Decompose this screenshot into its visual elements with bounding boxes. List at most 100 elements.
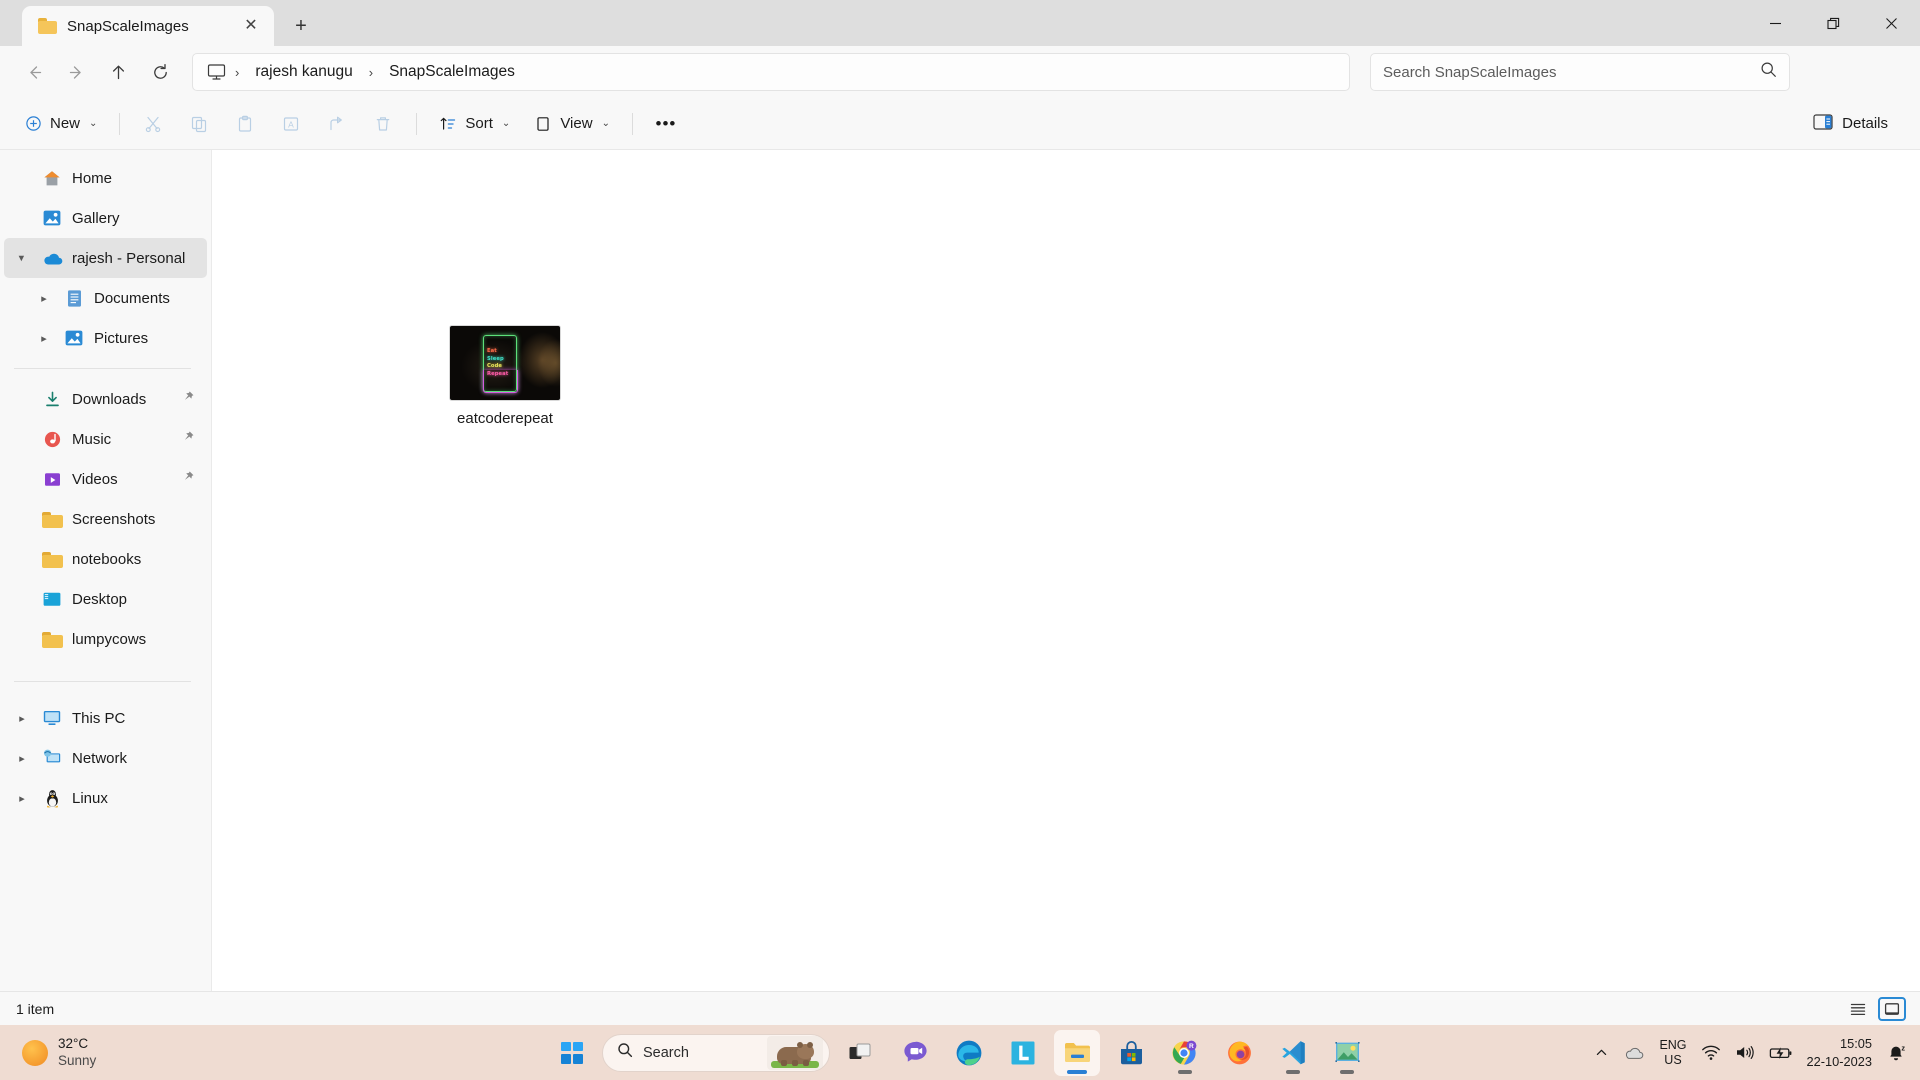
chevron-right-icon[interactable]: ▸ xyxy=(34,332,54,345)
microsoft-edge-button[interactable] xyxy=(946,1030,992,1076)
item-count-label: 1 item xyxy=(16,1001,54,1017)
refresh-icon[interactable] xyxy=(140,53,180,91)
file-thumbnail: Eat Sleep Code Repeat xyxy=(450,326,560,400)
file-explorer-window: SnapScaleImages ✕ + xyxy=(0,0,1920,1025)
file-name-label: eatcoderepeat xyxy=(457,410,553,427)
sidebar-item-documents[interactable]: ▸ Documents xyxy=(4,278,207,318)
wombat-image xyxy=(767,1036,823,1070)
sidebar-item-lumpycows[interactable]: ▸ lumpycows xyxy=(4,619,207,659)
notification-bell-dnd-icon[interactable]: z xyxy=(1886,1043,1906,1062)
breadcrumb-separator: › xyxy=(231,65,243,80)
sidebar-item-label: Network xyxy=(72,750,197,767)
vs-code-button[interactable] xyxy=(1270,1030,1316,1076)
sidebar-item-screenshots[interactable]: ▸ Screenshots xyxy=(4,499,207,539)
minimize-icon[interactable] xyxy=(1746,0,1804,46)
wifi-icon[interactable] xyxy=(1701,1044,1721,1061)
large-icons-view-icon[interactable] xyxy=(1878,997,1906,1021)
breadcrumb-item-user[interactable]: rajesh kanugu xyxy=(247,59,360,85)
folder-icon xyxy=(41,509,63,529)
gallery-icon xyxy=(41,208,63,228)
videos-icon xyxy=(41,469,63,489)
chevron-down-icon: ⌄ xyxy=(502,118,510,129)
taskbar-search-input[interactable]: Search xyxy=(643,1045,757,1061)
file-item[interactable]: Eat Sleep Code Repeat eatcoderepeat xyxy=(446,326,564,427)
sun-icon xyxy=(22,1040,48,1066)
command-bar: New ⌄ A Sort ⌄ View ⌄ xyxy=(0,98,1920,150)
explorer-tab[interactable]: SnapScaleImages ✕ xyxy=(22,6,274,46)
sidebar-item-label: lumpycows xyxy=(72,631,197,648)
sidebar-item-pictures[interactable]: ▸ Pictures xyxy=(4,318,207,358)
up-arrow-icon[interactable] xyxy=(98,53,138,91)
chevron-right-icon[interactable]: ▸ xyxy=(12,752,32,765)
taskbar-center-group: Search xyxy=(550,1030,1370,1076)
file-list-pane[interactable]: Eat Sleep Code Repeat eatcoderepeat xyxy=(212,150,1920,991)
microsoft-store-button[interactable] xyxy=(1108,1030,1154,1076)
breadcrumb-item-folder[interactable]: SnapScaleImages xyxy=(381,59,523,85)
chevron-right-icon[interactable]: ▸ xyxy=(34,292,54,305)
running-indicator xyxy=(1178,1070,1192,1074)
share-button[interactable] xyxy=(315,106,359,142)
sidebar-item-gallery[interactable]: ▸ Gallery xyxy=(4,198,207,238)
sidebar-item-rajesh-personal[interactable]: ▸ rajesh - Personal xyxy=(4,238,207,278)
sidebar-item-notebooks[interactable]: ▸ notebooks xyxy=(4,539,207,579)
chevron-down-icon[interactable]: ▸ xyxy=(16,248,29,268)
address-bar[interactable]: › rajesh kanugu › SnapScaleImages xyxy=(192,53,1350,91)
sidebar-item-desktop[interactable]: ▸ Desktop xyxy=(4,579,207,619)
chevron-up-icon[interactable] xyxy=(1594,1045,1609,1060)
sidebar-item-videos[interactable]: ▸ Videos xyxy=(4,459,207,499)
close-tab-icon[interactable]: ✕ xyxy=(238,13,264,39)
task-view-button[interactable] xyxy=(838,1030,884,1076)
copy-button[interactable] xyxy=(177,106,221,142)
sidebar-item-this-pc[interactable]: ▸ This PC xyxy=(4,698,207,738)
pin-icon[interactable] xyxy=(181,390,197,408)
sidebar-item-home[interactable]: ▸ Home xyxy=(4,158,207,198)
svg-text:R: R xyxy=(1189,1043,1194,1050)
close-icon[interactable] xyxy=(1862,0,1920,46)
chevron-right-icon[interactable]: ▸ xyxy=(12,712,32,725)
start-button[interactable] xyxy=(550,1031,594,1075)
firefox-button[interactable] xyxy=(1216,1030,1262,1076)
details-pane-button[interactable]: Details xyxy=(1801,106,1900,142)
battery-charging-icon[interactable] xyxy=(1769,1045,1793,1061)
delete-button[interactable] xyxy=(361,106,405,142)
sort-button[interactable]: Sort ⌄ xyxy=(428,106,521,142)
paste-button[interactable] xyxy=(223,106,267,142)
sidebar-divider xyxy=(14,681,191,682)
restore-icon[interactable] xyxy=(1804,0,1862,46)
cut-button[interactable] xyxy=(131,106,175,142)
sidebar-item-linux[interactable]: ▸ Linux xyxy=(4,778,207,818)
pin-icon[interactable] xyxy=(181,470,197,488)
search-box[interactable]: Search SnapScaleImages xyxy=(1370,53,1790,91)
sidebar-item-music[interactable]: ▸ Music xyxy=(4,419,207,459)
sidebar-item-network[interactable]: ▸ Network xyxy=(4,738,207,778)
neon-line-1: Eat xyxy=(487,348,514,356)
volume-icon[interactable] xyxy=(1735,1044,1755,1061)
pin-icon[interactable] xyxy=(181,430,197,448)
more-options-button[interactable]: ••• xyxy=(644,106,688,142)
language-indicator[interactable]: ENG US xyxy=(1659,1038,1686,1068)
details-pane-label: Details xyxy=(1842,115,1888,132)
view-button[interactable]: View ⌄ xyxy=(523,106,621,142)
back-arrow-icon[interactable] xyxy=(14,53,54,91)
new-tab-button[interactable]: + xyxy=(284,9,318,43)
sidebar-item-downloads[interactable]: ▸ Downloads xyxy=(4,379,207,419)
clock[interactable]: 15:05 22-10-2023 xyxy=(1807,1035,1872,1070)
neon-line-2: Sleep xyxy=(487,356,514,364)
rename-button[interactable]: A xyxy=(269,106,313,142)
chat-teams-button[interactable] xyxy=(892,1030,938,1076)
new-button[interactable]: New ⌄ xyxy=(14,106,108,142)
file-explorer-button[interactable] xyxy=(1054,1030,1100,1076)
search-input[interactable]: Search SnapScaleImages xyxy=(1383,64,1760,81)
list-view-icon[interactable] xyxy=(1844,997,1872,1021)
google-chrome-button[interactable]: R xyxy=(1162,1030,1208,1076)
forward-arrow-icon[interactable] xyxy=(56,53,96,91)
weather-widget[interactable]: 32°C Sunny xyxy=(0,1036,200,1070)
taskbar: 32°C Sunny Search xyxy=(0,1025,1920,1080)
cloud-icon[interactable] xyxy=(1623,1045,1645,1061)
app-l-button[interactable] xyxy=(1000,1030,1046,1076)
chevron-right-icon[interactable]: ▸ xyxy=(12,792,32,805)
taskbar-search[interactable]: Search xyxy=(602,1034,830,1072)
photos-button[interactable] xyxy=(1324,1030,1370,1076)
svg-text:A: A xyxy=(289,119,295,129)
language-primary: ENG xyxy=(1659,1038,1686,1052)
